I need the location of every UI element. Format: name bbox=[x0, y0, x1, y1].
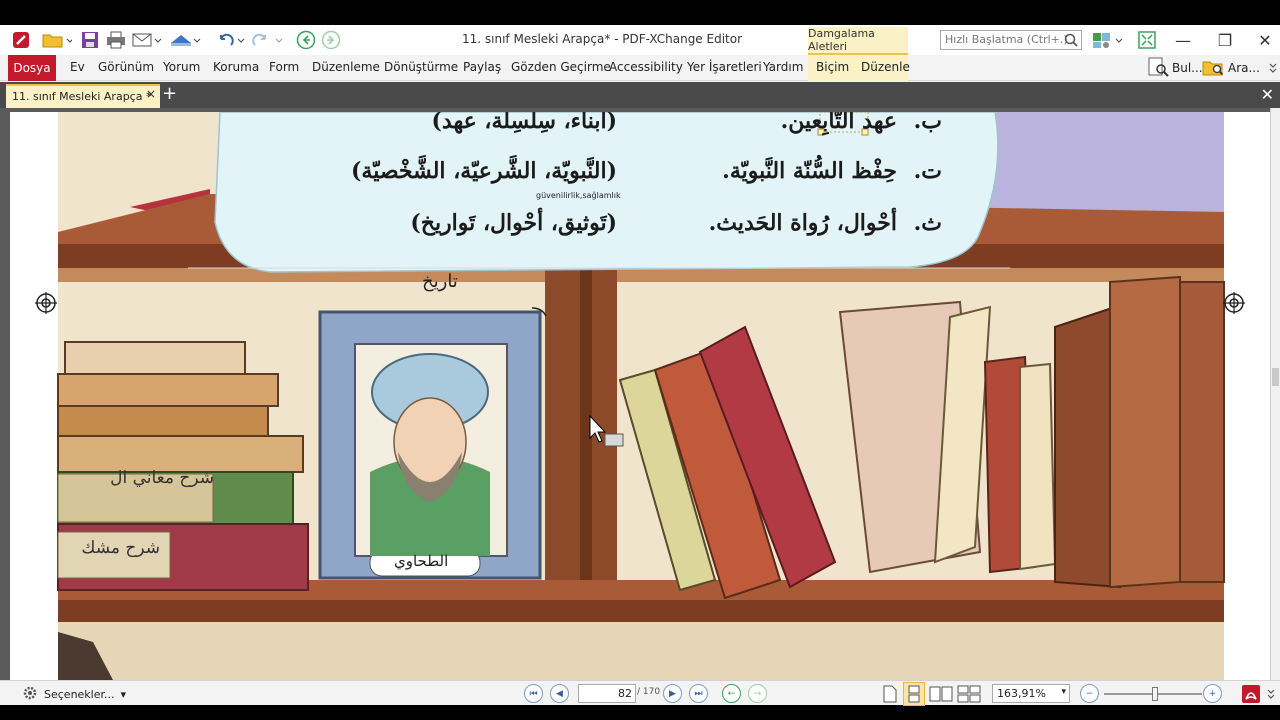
chevron-down-icon: ▾ bbox=[1061, 687, 1066, 697]
pdf-logo-icon[interactable] bbox=[1240, 682, 1262, 706]
open-folder-icon[interactable] bbox=[40, 28, 74, 52]
close-all-tabs-button[interactable]: ✕ bbox=[1261, 85, 1274, 104]
tab-document[interactable]: 11. sınıf Mesleki Arapça * × bbox=[6, 84, 160, 108]
quick-launch-input[interactable]: Hızlı Başlatma (Ctrl+.) bbox=[940, 30, 1082, 50]
previous-page-button[interactable]: ◀ bbox=[550, 684, 569, 703]
last-page-button[interactable]: ⏭ bbox=[689, 684, 708, 703]
title-bar: 11. sınıf Mesleki Arapça* - PDF-XChange … bbox=[0, 25, 1280, 55]
fullscreen-icon[interactable] bbox=[1136, 28, 1158, 52]
row-letter-ba: ب. bbox=[913, 112, 942, 134]
previous-view-icon[interactable] bbox=[295, 28, 317, 52]
quick-launch-placeholder: Hızlı Başlatma (Ctrl+.) bbox=[945, 33, 1068, 46]
document-view[interactable]: ب. عهد التّابِعين. (ابناء، سِلسِلة، عهد)… bbox=[0, 108, 1280, 680]
dropdown-arrow-icon: ▾ bbox=[120, 688, 127, 701]
restore-button[interactable]: ❐ bbox=[1210, 29, 1240, 51]
pdf-xchange-window: 11. sınıf Mesleki Arapça* - PDF-XChange … bbox=[0, 25, 1280, 706]
annotation-small-text[interactable]: güvenilirlik,sağlamlık bbox=[536, 191, 621, 200]
undo-icon[interactable] bbox=[212, 28, 246, 52]
continuous-page-icon[interactable] bbox=[903, 682, 925, 706]
menu-arrange[interactable]: Düzenle bbox=[861, 60, 910, 74]
search-tool[interactable]: Ara... bbox=[1202, 58, 1260, 78]
document-tab-bar: 11. sınıf Mesleki Arapça * × + ✕ bbox=[0, 82, 1280, 108]
search-label: Ara... bbox=[1228, 61, 1260, 75]
menu-accessibility[interactable]: Accessibility bbox=[609, 60, 683, 74]
find-icon bbox=[1148, 57, 1170, 80]
zoom-out-button[interactable]: − bbox=[1080, 684, 1099, 703]
page-illustration bbox=[10, 112, 1272, 680]
menu-view[interactable]: Görünüm bbox=[98, 60, 154, 74]
menu-help[interactable]: Yardım bbox=[763, 60, 803, 74]
book-label-1: شرح معاني ال bbox=[110, 468, 214, 488]
first-page-button[interactable]: ⏮ bbox=[524, 684, 543, 703]
gear-icon bbox=[22, 685, 38, 704]
context-tab-stamp-tools[interactable]: Damgalama Aletleri bbox=[808, 27, 908, 55]
continuous-facing-icon[interactable] bbox=[956, 682, 982, 706]
email-icon[interactable] bbox=[131, 28, 163, 52]
scan-icon[interactable] bbox=[168, 28, 202, 52]
redo-icon[interactable] bbox=[250, 28, 284, 52]
menu-review[interactable]: Gözden Geçirme bbox=[511, 60, 611, 74]
menu-format[interactable]: Biçim bbox=[816, 60, 849, 74]
row-options-1: (ابناء، سِلسِلة، عهد) bbox=[431, 112, 618, 134]
facing-pages-icon[interactable] bbox=[928, 682, 954, 706]
annotation-handwritten[interactable]: تاريخ bbox=[422, 271, 458, 292]
pdf-page[interactable]: ب. عهد التّابِعين. (ابناء، سِلسِلة، عهد)… bbox=[10, 112, 1272, 680]
settings-icon[interactable] bbox=[1090, 28, 1124, 52]
tab-close-button[interactable]: × bbox=[146, 87, 156, 101]
new-tab-button[interactable]: + bbox=[162, 84, 177, 104]
zoom-slider-thumb[interactable] bbox=[1152, 687, 1158, 701]
margin-crosshair-icon[interactable] bbox=[1223, 292, 1245, 314]
menu-bar: Dosya Ev Görünüm Yorum Koruma Form Düzen… bbox=[0, 55, 1280, 81]
next-view-icon[interactable] bbox=[320, 28, 342, 52]
status-bar: Seçenekler... ▾ ⏮ ◀ 82 / 170 ▶ ⏭ ← → 163… bbox=[0, 680, 1280, 706]
page-total: / 170 bbox=[637, 687, 661, 697]
zoom-level-value: 163,91% bbox=[997, 687, 1046, 700]
menu-home[interactable]: Ev bbox=[70, 60, 85, 74]
menu-share[interactable]: Paylaş bbox=[463, 60, 501, 74]
save-icon[interactable] bbox=[80, 28, 100, 52]
row-letter-tha: ث. bbox=[913, 210, 942, 236]
menu-comment[interactable]: Yorum bbox=[163, 60, 200, 74]
search-folder-icon bbox=[1202, 57, 1226, 80]
zoom-in-button[interactable]: + bbox=[1203, 684, 1222, 703]
close-button[interactable]: ✕ bbox=[1250, 29, 1280, 51]
row-phrase-1: عهد التّابِعين. bbox=[780, 112, 897, 134]
menu-protect[interactable]: Koruma bbox=[213, 60, 259, 74]
menu-edit[interactable]: Düzenleme bbox=[312, 60, 380, 74]
single-page-icon[interactable] bbox=[880, 682, 900, 706]
tab-document-label: 11. sınıf Mesleki Arapça * bbox=[12, 90, 152, 103]
scrollbar-thumb[interactable] bbox=[1272, 368, 1279, 386]
previous-view-button[interactable]: ← bbox=[722, 684, 741, 703]
find-label: Bul... bbox=[1172, 61, 1203, 75]
ribbon-expand-icon[interactable] bbox=[1268, 58, 1278, 78]
zoom-level-select[interactable]: 163,91% ▾ bbox=[992, 684, 1070, 703]
menu-form[interactable]: Form bbox=[269, 60, 299, 74]
app-logo-icon[interactable] bbox=[10, 28, 32, 52]
portrait-label: الطحاوي bbox=[394, 552, 449, 570]
row-options-2: (النَّبويّة، الشَّرعيّة، الشَّخْصيّة) bbox=[350, 158, 617, 184]
row-options-3: (تَوثيق، أحْوال، تَواريخ) bbox=[410, 210, 617, 236]
window-title: 11. sınıf Mesleki Arapça* - PDF-XChange … bbox=[462, 32, 743, 46]
margin-crosshair-icon[interactable] bbox=[35, 292, 57, 314]
options-label: Seçenekler... bbox=[44, 688, 115, 701]
search-icon[interactable] bbox=[1064, 33, 1078, 50]
options-menu[interactable]: Seçenekler... ▾ bbox=[22, 685, 126, 704]
menu-file[interactable]: Dosya bbox=[8, 55, 56, 81]
vertical-scrollbar[interactable] bbox=[1270, 108, 1280, 680]
book-label-2: شرح مشك bbox=[81, 538, 160, 558]
row-phrase-3: أحْوال، رُواة الحَديث. bbox=[708, 210, 897, 236]
minimize-button[interactable]: — bbox=[1168, 29, 1198, 51]
row-letter-ta: ت. bbox=[913, 158, 942, 184]
next-view-button[interactable]: → bbox=[748, 684, 767, 703]
page-number-input[interactable]: 82 bbox=[578, 684, 636, 703]
expand-icon[interactable] bbox=[1264, 682, 1278, 706]
next-page-button[interactable]: ▶ bbox=[663, 684, 682, 703]
find-tool[interactable]: Bul... bbox=[1148, 57, 1203, 80]
menu-bookmarks[interactable]: Yer İşaretleri bbox=[687, 60, 762, 74]
print-icon[interactable] bbox=[105, 28, 127, 52]
menu-convert[interactable]: Dönüştürme bbox=[384, 60, 458, 74]
row-phrase-2: حِفْظ السُّنّة النَّبويّة. bbox=[722, 158, 897, 184]
